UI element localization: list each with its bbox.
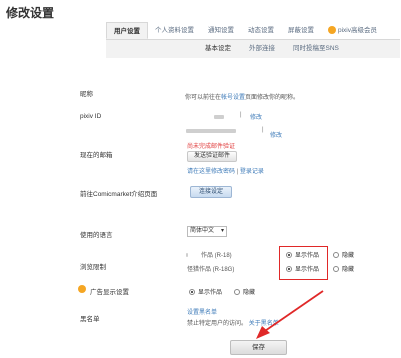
- save-button[interactable]: 保存: [230, 340, 287, 355]
- arrow-annotation-icon: [256, 290, 324, 339]
